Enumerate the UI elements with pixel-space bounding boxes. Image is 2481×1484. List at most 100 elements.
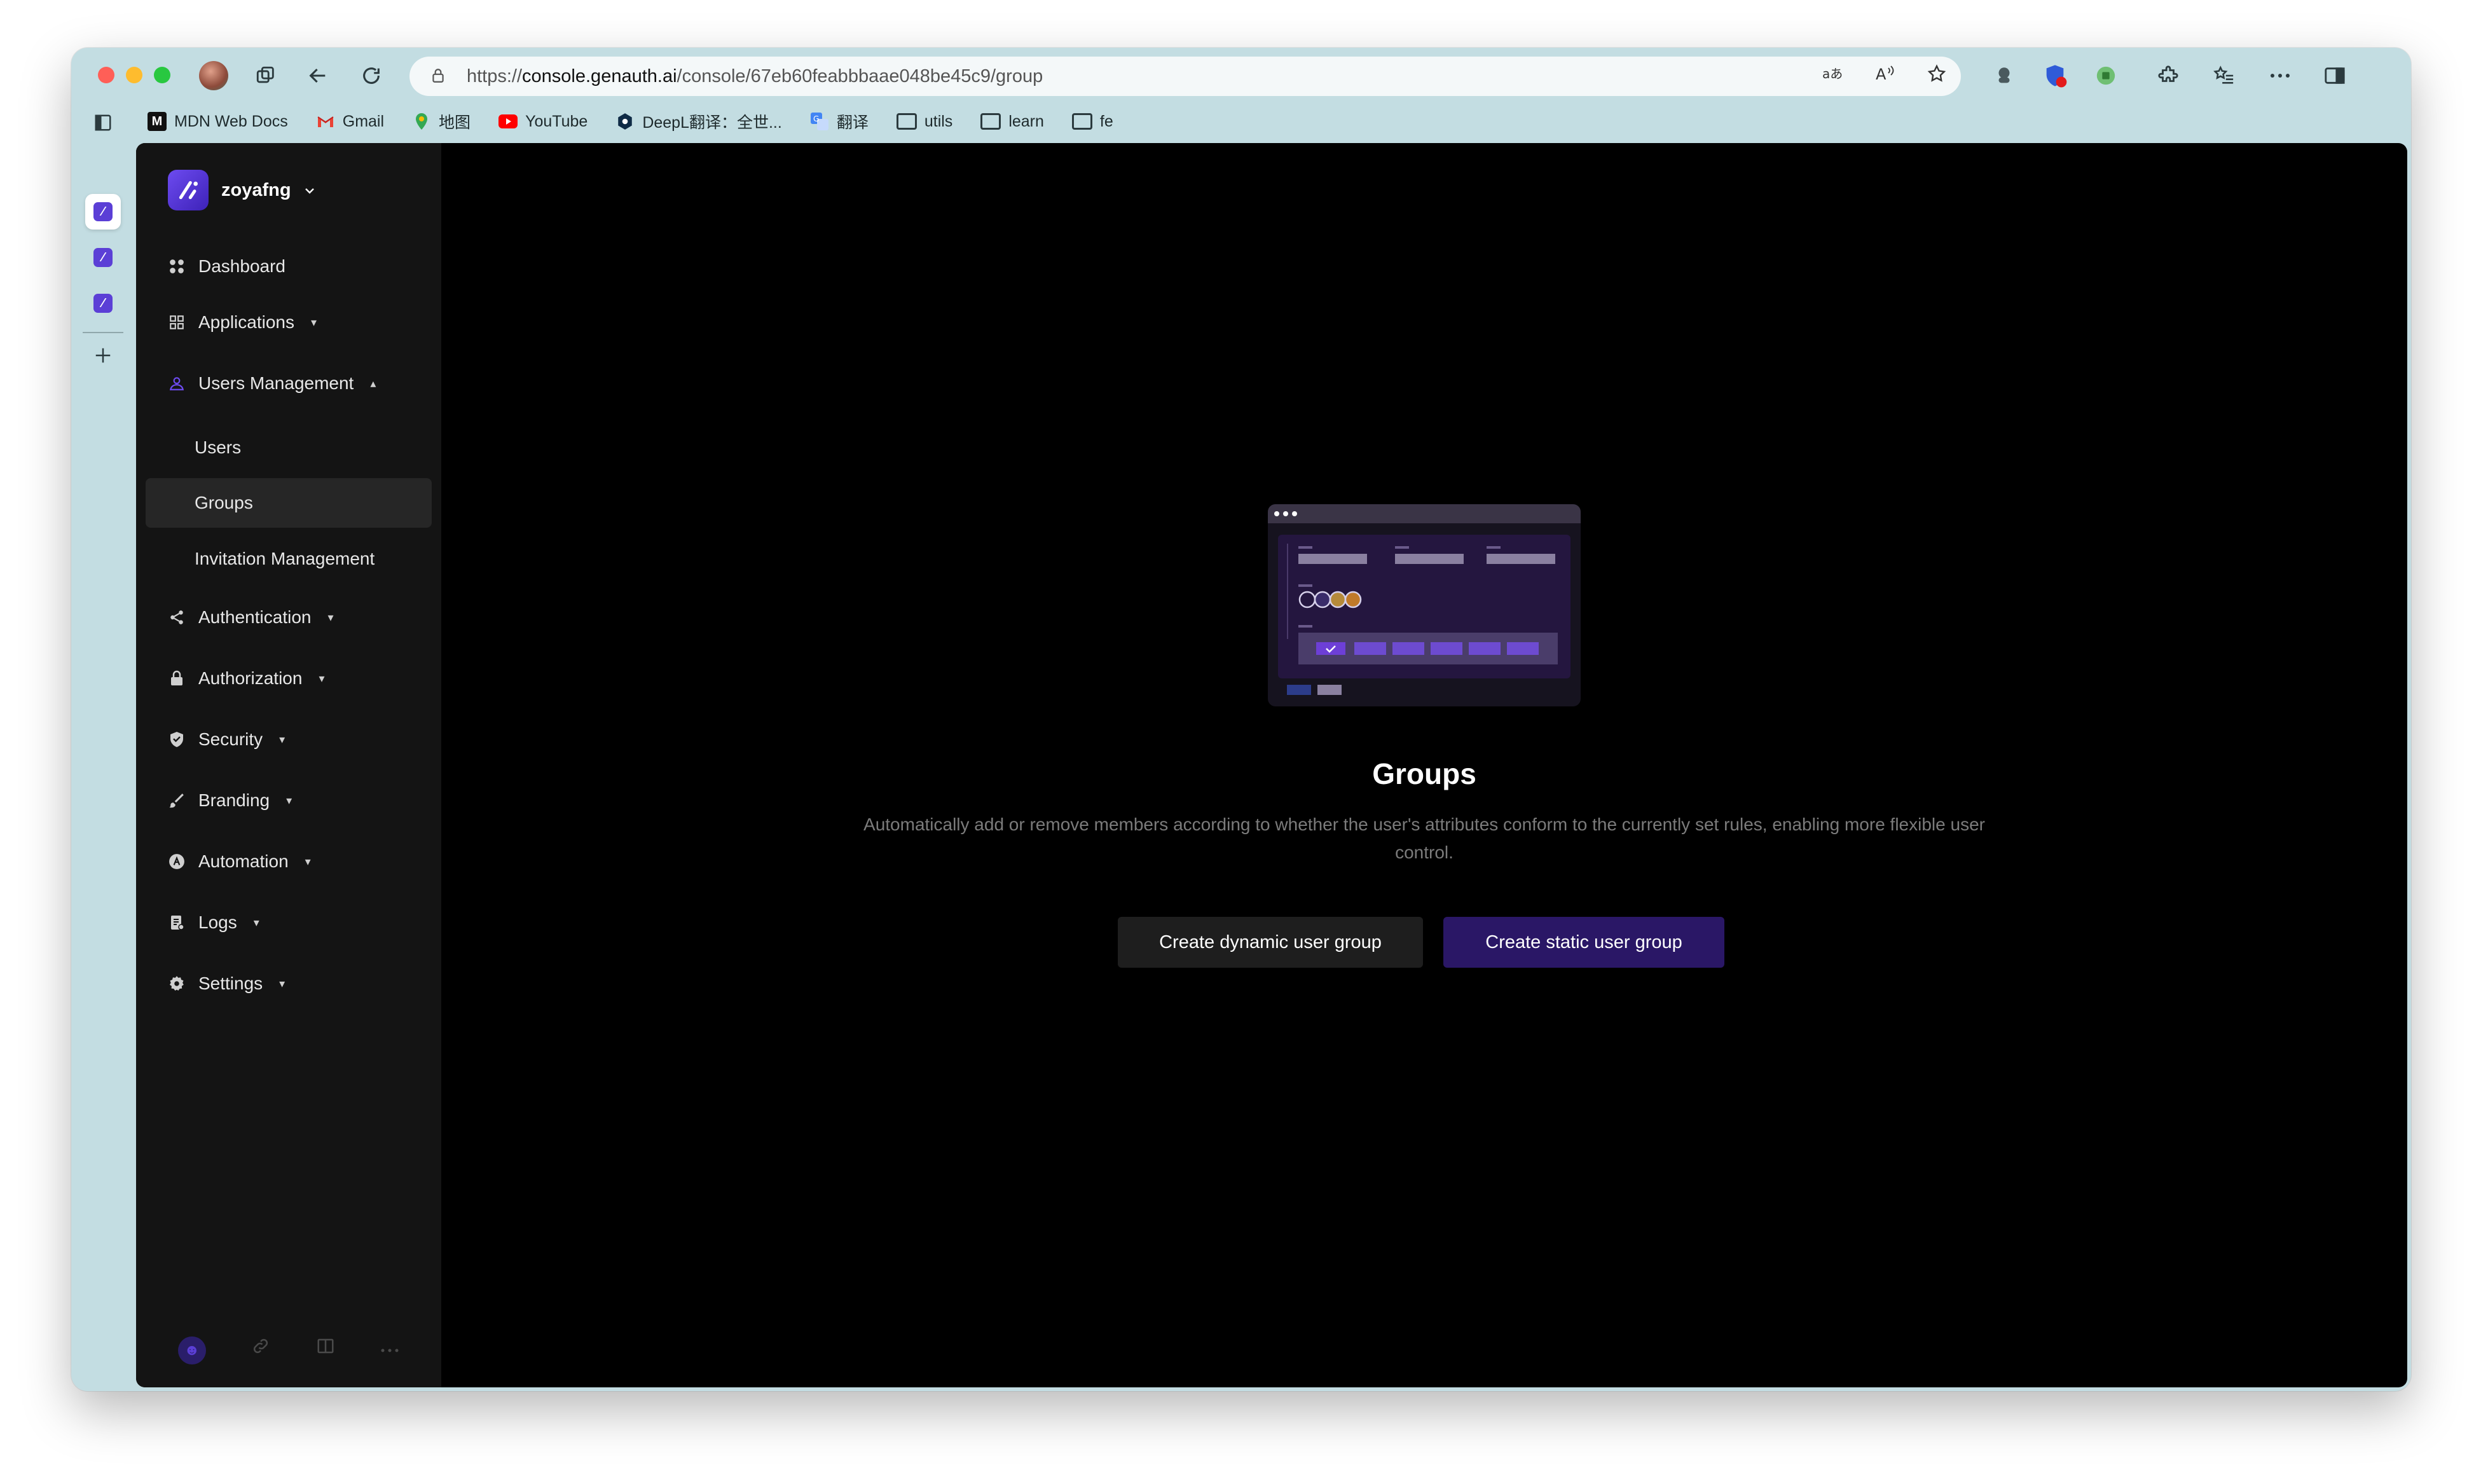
- sidebar-item-label: Logs: [198, 912, 237, 932]
- sidebar-item-users-management[interactable]: Users Management ▴: [168, 373, 376, 394]
- genauth-tab-icon: ⁄: [93, 294, 113, 313]
- tab-actions-icon[interactable]: [88, 107, 118, 138]
- folder-icon: [1071, 113, 1092, 130]
- mdn-icon: M: [148, 112, 167, 131]
- lock-icon: [430, 67, 448, 85]
- bookmark-youtube[interactable]: YouTube: [498, 112, 588, 131]
- sidebar-item-users[interactable]: Users: [146, 423, 432, 472]
- sidebar-item-groups[interactable]: Groups: [146, 478, 432, 528]
- favorites-list-icon[interactable]: [2209, 60, 2239, 91]
- deepl-icon: [615, 112, 635, 131]
- svg-text:G: G: [813, 114, 819, 123]
- bookmark-label: YouTube: [525, 112, 588, 130]
- close-window-button[interactable]: [98, 67, 114, 83]
- link-icon[interactable]: [251, 1336, 270, 1364]
- create-static-group-button[interactable]: Create static user group: [1443, 917, 1724, 968]
- create-dynamic-group-button[interactable]: Create dynamic user group: [1118, 917, 1423, 968]
- caret-down-icon: ▾: [305, 855, 311, 868]
- sidebar-item-label: Applications: [198, 312, 294, 332]
- genauth-tab-icon: ⁄: [93, 248, 113, 267]
- gear-icon: [168, 975, 186, 993]
- more-icon[interactable]: [380, 1336, 399, 1364]
- vertical-tab-3[interactable]: ⁄: [85, 285, 121, 321]
- bookmark-folder-fe[interactable]: fe: [1071, 112, 1113, 131]
- book-icon[interactable]: [316, 1336, 335, 1364]
- sidebar-item-applications[interactable]: Applications ▾: [168, 312, 317, 333]
- read-aloud-icon[interactable]: A: [1874, 64, 1896, 88]
- bookmarks-bar: M MDN Web Docs Gmail 地图 YouTube DeepL翻译：…: [148, 106, 1113, 137]
- bookmark-maps[interactable]: 地图: [412, 110, 471, 133]
- sidebar-item-label: Authorization: [198, 668, 303, 688]
- bookmark-label: learn: [1008, 112, 1044, 130]
- url-host: console.genauth.ai: [522, 65, 677, 86]
- caret-down-icon: ▾: [319, 671, 325, 685]
- assistant-bot-icon[interactable]: ☻: [177, 1336, 206, 1364]
- translate-page-icon[interactable]: aあ: [1821, 64, 1844, 88]
- bookmark-label: fe: [1099, 112, 1113, 130]
- sidebar-item-label: Invitation Management: [195, 549, 375, 568]
- caret-down-icon: ▾: [253, 916, 259, 929]
- green-extension-icon[interactable]: [2091, 60, 2121, 91]
- reload-icon[interactable]: [356, 60, 387, 91]
- vertical-tab-2[interactable]: ⁄: [85, 240, 121, 275]
- back-arrow-icon[interactable]: [303, 60, 333, 91]
- caret-up-icon: ▴: [370, 376, 376, 390]
- bookmark-mdn[interactable]: M MDN Web Docs: [148, 112, 288, 131]
- caret-down-icon: ▾: [310, 315, 317, 329]
- sidebar-item-logs[interactable]: Logs ▾: [168, 912, 259, 933]
- avatar: [199, 61, 228, 90]
- caret-down-icon: ▾: [279, 732, 285, 746]
- bookmark-folder-utils[interactable]: utils: [896, 113, 952, 131]
- url-prefix: https://: [467, 65, 523, 86]
- sidebar-footer: ☻: [136, 1336, 441, 1364]
- more-options-icon[interactable]: [2265, 60, 2295, 91]
- sidebar: zoyafng Dashboard Applications ▾ Users M…: [136, 143, 441, 1387]
- sidebar-item-label: Security: [198, 729, 263, 749]
- sidebar-toggle-icon[interactable]: [2319, 60, 2350, 91]
- svg-text:A: A: [1876, 65, 1887, 83]
- caret-down-icon: ▾: [279, 977, 285, 990]
- workspaces-icon[interactable]: [251, 60, 281, 91]
- bookmark-translate[interactable]: G 翻译: [810, 110, 869, 133]
- sidebar-item-branding[interactable]: Branding ▾: [168, 790, 292, 811]
- shield-extension-icon[interactable]: [2040, 60, 2070, 91]
- maximize-window-button[interactable]: [154, 67, 170, 83]
- folder-icon: [896, 113, 917, 130]
- svg-text:aあ: aあ: [1822, 66, 1843, 81]
- lock-icon: [168, 670, 186, 687]
- bookmark-label: DeepL翻译：全世...: [642, 114, 782, 132]
- profile-avatar[interactable]: [198, 60, 229, 91]
- sidebar-item-settings[interactable]: Settings ▾: [168, 973, 285, 994]
- sidebar-item-label: Branding: [198, 790, 270, 810]
- sidebar-item-automation[interactable]: Automation ▾: [168, 851, 311, 872]
- bookmark-label: Gmail: [342, 112, 385, 130]
- sidebar-item-label: Automation: [198, 851, 289, 871]
- sidebar-item-dashboard[interactable]: Dashboard: [168, 256, 285, 277]
- extension-icon[interactable]: [1989, 60, 2019, 91]
- extensions-puzzle-icon[interactable]: [2153, 60, 2183, 91]
- page-title: Groups: [1372, 757, 1476, 790]
- applications-icon: [168, 313, 186, 331]
- bookmark-deepl[interactable]: DeepL翻译：全世...: [615, 110, 782, 133]
- maps-icon: [412, 112, 431, 131]
- youtube-icon: [498, 112, 518, 131]
- address-bar[interactable]: https://console.genauth.ai/console/67eb6…: [409, 57, 1961, 96]
- sidebar-item-label: Dashboard: [198, 256, 285, 276]
- sidebar-item-security[interactable]: Security ▾: [168, 729, 285, 750]
- users-icon: [168, 374, 186, 392]
- vertical-tab-1[interactable]: ⁄: [85, 194, 121, 230]
- favorite-star-icon[interactable]: [1927, 64, 1947, 89]
- sidebar-item-invitation-management[interactable]: Invitation Management: [146, 534, 432, 584]
- bookmark-label: MDN Web Docs: [174, 112, 288, 130]
- org-switcher[interactable]: zoyafng: [168, 170, 315, 210]
- bookmark-gmail[interactable]: Gmail: [316, 112, 384, 131]
- new-tab-plus-icon[interactable]: [88, 340, 118, 371]
- sidebar-item-label: Settings: [198, 973, 263, 993]
- sidebar-item-label: Groups: [195, 493, 253, 512]
- shield-check-icon: [168, 731, 186, 748]
- bookmark-folder-learn[interactable]: learn: [980, 113, 1044, 131]
- minimize-window-button[interactable]: [126, 67, 142, 83]
- sidebar-item-authentication[interactable]: Authentication ▾: [168, 607, 334, 628]
- sidebar-item-authorization[interactable]: Authorization ▾: [168, 668, 324, 689]
- folder-icon: [980, 113, 1001, 130]
